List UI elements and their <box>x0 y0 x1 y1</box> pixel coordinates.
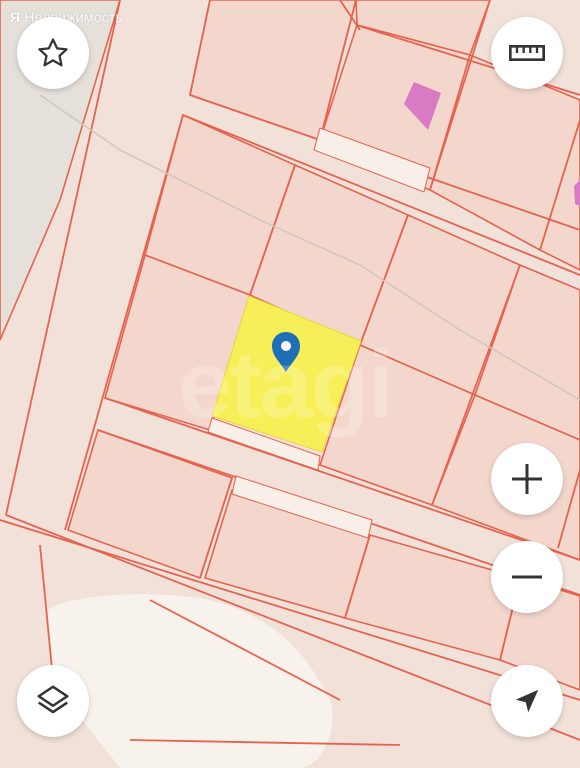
layers-button[interactable] <box>17 665 89 737</box>
navigation-arrow-icon <box>515 689 539 713</box>
minus-icon <box>512 575 542 579</box>
brand-logo-glyph: Я <box>10 9 21 25</box>
ruler-icon <box>509 45 545 61</box>
map-canvas[interactable] <box>0 0 580 768</box>
ruler-button[interactable] <box>491 17 563 89</box>
plus-icon <box>512 464 542 494</box>
locate-button[interactable] <box>491 665 563 737</box>
zoom-in-button[interactable] <box>491 443 563 515</box>
star-icon <box>38 38 68 67</box>
zoom-out-button[interactable] <box>491 541 563 613</box>
layers-icon <box>37 685 69 714</box>
favorite-button[interactable] <box>17 17 89 89</box>
